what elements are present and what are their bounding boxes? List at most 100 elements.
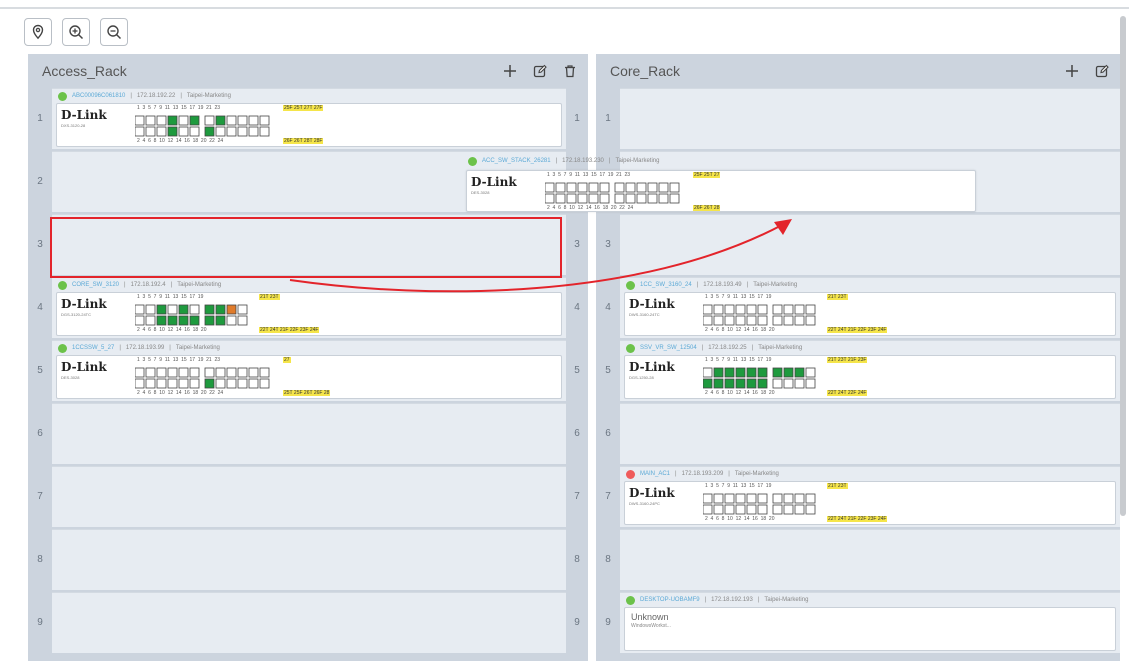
rack-slot[interactable]: 5 SSV_VR_SW_12504 | 172.18.192.25 | Taipe… [596, 340, 1120, 401]
port[interactable] [783, 493, 794, 504]
port[interactable] [204, 115, 215, 126]
port[interactable] [746, 378, 757, 389]
slot-cell[interactable] [620, 403, 1120, 464]
port[interactable] [783, 367, 794, 378]
device-card[interactable]: Unknown WindowsWorkst... [624, 607, 1116, 651]
port[interactable] [156, 304, 167, 315]
slot-cell[interactable] [620, 214, 1120, 275]
port[interactable] [783, 378, 794, 389]
port[interactable] [215, 315, 226, 326]
port[interactable] [658, 182, 669, 193]
rack-slot[interactable]: 7 MAIN_AC1 | 172.18.193.209 | Taipei-Mark… [596, 466, 1120, 527]
port[interactable] [746, 304, 757, 315]
locate-button[interactable] [24, 18, 52, 46]
port[interactable] [772, 315, 783, 326]
device-card[interactable]: D-Link DGS-1250-28 1 3 5 7 9 11 13 15 17 1… [624, 355, 1116, 399]
port[interactable] [145, 367, 156, 378]
port[interactable] [226, 315, 237, 326]
rack-slot[interactable]: 3 [596, 214, 1120, 275]
port[interactable] [783, 504, 794, 515]
port[interactable] [794, 493, 805, 504]
port[interactable] [757, 367, 768, 378]
port[interactable] [757, 315, 768, 326]
port[interactable] [735, 504, 746, 515]
zoom-out-button[interactable] [100, 18, 128, 46]
port[interactable] [189, 367, 200, 378]
port[interactable] [772, 367, 783, 378]
port[interactable] [577, 182, 588, 193]
port[interactable] [178, 126, 189, 137]
slot-cell[interactable] [620, 529, 1120, 590]
port[interactable] [145, 304, 156, 315]
port[interactable] [215, 115, 226, 126]
port[interactable] [178, 115, 189, 126]
slot-cell[interactable] [52, 592, 566, 653]
port[interactable] [746, 367, 757, 378]
slot-cell[interactable]: CORE_SW_3120 | 172.18.192.4 | Taipei-Mar… [52, 277, 566, 338]
port[interactable] [189, 378, 200, 389]
port[interactable] [226, 378, 237, 389]
port[interactable] [783, 315, 794, 326]
port[interactable] [215, 367, 226, 378]
port[interactable] [772, 493, 783, 504]
port[interactable] [713, 367, 724, 378]
port[interactable] [703, 367, 713, 378]
port[interactable] [156, 115, 167, 126]
rack-slot[interactable]: 88 [28, 529, 588, 590]
port[interactable] [178, 367, 189, 378]
slot-cell[interactable] [52, 529, 566, 590]
port[interactable] [259, 126, 270, 137]
port[interactable] [703, 304, 713, 315]
port[interactable] [757, 304, 768, 315]
port[interactable] [555, 193, 566, 204]
rack-slot[interactable]: 6 [596, 403, 1120, 464]
port[interactable] [703, 378, 713, 389]
add-device-button[interactable] [1064, 63, 1080, 79]
port[interactable] [167, 367, 178, 378]
port[interactable] [156, 315, 167, 326]
port[interactable] [248, 126, 259, 137]
port[interactable] [204, 304, 215, 315]
slot-cell[interactable]: 1CC_SW_3160_24 | 172.18.193.49 | Taipei-… [620, 277, 1120, 338]
port[interactable] [248, 378, 259, 389]
port[interactable] [167, 115, 178, 126]
port[interactable] [713, 504, 724, 515]
device-name[interactable]: ACC_SW_STACK_26281 [482, 158, 551, 164]
add-device-button[interactable] [502, 63, 518, 79]
port[interactable] [237, 115, 248, 126]
port[interactable] [724, 315, 735, 326]
slot-cell[interactable]: DESKTOP-UOBAMF9 | 172.18.192.193 | Taipe… [620, 592, 1120, 653]
device-name[interactable]: SSV_VR_SW_12504 [640, 345, 697, 351]
port[interactable] [746, 493, 757, 504]
port[interactable] [566, 193, 577, 204]
port[interactable] [259, 115, 270, 126]
port[interactable] [805, 315, 816, 326]
port[interactable] [724, 367, 735, 378]
port[interactable] [713, 378, 724, 389]
port[interactable] [636, 182, 647, 193]
slot-cell[interactable]: ABC00096C061810 | 172.18.192.22 | Taipei… [52, 88, 566, 149]
port[interactable] [647, 182, 658, 193]
port[interactable] [588, 182, 599, 193]
port[interactable] [614, 193, 625, 204]
port[interactable] [237, 304, 248, 315]
port[interactable] [658, 193, 669, 204]
delete-rack-button[interactable] [562, 63, 578, 79]
port[interactable] [805, 367, 816, 378]
device-name[interactable]: 1CC_SW_3160_24 [640, 282, 692, 288]
port[interactable] [625, 193, 636, 204]
device-card[interactable]: D-Link DXS-3120-28 1 3 5 7 9 11 13 15 17 1… [56, 103, 562, 147]
device-card[interactable]: D-Link DES-3028 1 3 5 7 9 11 13 15 17 19 2… [466, 170, 976, 212]
port[interactable] [259, 378, 270, 389]
port[interactable] [226, 304, 237, 315]
port[interactable] [237, 126, 248, 137]
slot-cell[interactable]: MAIN_AC1 | 172.18.193.209 | Taipei-Marke… [620, 466, 1120, 527]
device-name[interactable]: DESKTOP-UOBAMF9 [640, 597, 700, 603]
port[interactable] [167, 304, 178, 315]
port[interactable] [189, 126, 200, 137]
port[interactable] [248, 115, 259, 126]
port[interactable] [156, 367, 167, 378]
rack-slot[interactable]: 8 [596, 529, 1120, 590]
port[interactable] [226, 115, 237, 126]
port[interactable] [772, 304, 783, 315]
